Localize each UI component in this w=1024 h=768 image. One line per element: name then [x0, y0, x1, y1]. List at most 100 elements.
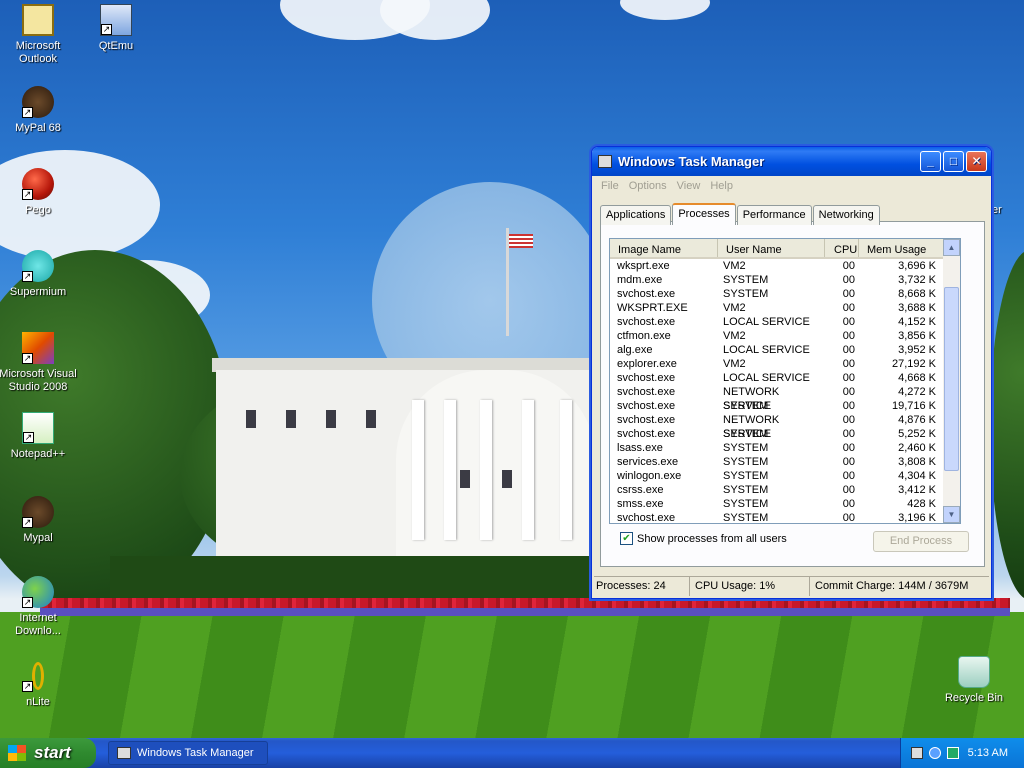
- process-row[interactable]: smss.exe SYSTEM 00 428 K: [610, 497, 960, 511]
- desktop-icon-label: QtEmu: [98, 40, 134, 52]
- window: [460, 470, 470, 488]
- process-cpu: 00: [842, 302, 855, 314]
- process-image-name: svchost.exe: [617, 400, 676, 412]
- process-image-name: wksprt.exe: [617, 260, 670, 272]
- process-row[interactable]: mdm.exe SYSTEM 00 3,732 K: [610, 273, 960, 287]
- maximize-button[interactable]: □: [943, 151, 964, 172]
- taskbar-task-task-manager[interactable]: Windows Task Manager: [108, 741, 268, 765]
- process-list[interactable]: Image Name User Name CPU Mem Usage wkspr…: [609, 238, 961, 524]
- process-cpu: 00: [842, 288, 855, 300]
- process-row[interactable]: svchost.exe SYSTEM 00 19,716 K: [610, 399, 960, 413]
- scroll-thumb[interactable]: [944, 287, 959, 471]
- show-all-users-checkbox[interactable]: ✔ Show processes from all users: [620, 532, 787, 545]
- end-process-button[interactable]: End Process: [873, 531, 969, 552]
- menu-view[interactable]: View: [672, 180, 706, 192]
- shortcut-arrow-icon: ↗: [22, 597, 33, 608]
- process-row[interactable]: svchost.exe SYSTEM 00 3,196 K: [610, 511, 960, 524]
- windows-logo-icon: [8, 745, 26, 761]
- desktop-icon-label: Notepad++: [10, 448, 66, 460]
- scroll-up-icon[interactable]: ▲: [943, 239, 960, 256]
- visual-studio-icon: ↗: [22, 332, 54, 364]
- desktop-icon-label: Internet Downlo...: [15, 612, 61, 637]
- close-button[interactable]: ✕: [966, 151, 987, 172]
- column: [522, 400, 534, 540]
- menu-file[interactable]: File: [596, 180, 624, 192]
- process-row[interactable]: svchost.exe NETWORK SERVICE 00 4,272 K: [610, 385, 960, 412]
- keyboard-icon[interactable]: [911, 747, 923, 759]
- process-mem-usage: 3,688 K: [898, 302, 936, 314]
- window: [502, 470, 512, 488]
- process-row[interactable]: csrss.exe SYSTEM 00 3,412 K: [610, 483, 960, 497]
- vertical-scrollbar[interactable]: ▲ ▼: [943, 239, 960, 523]
- process-cpu: 00: [842, 386, 855, 398]
- menu-options[interactable]: Options: [624, 180, 672, 192]
- column: [412, 400, 424, 540]
- process-list-header: Image Name User Name CPU Mem Usage: [610, 239, 960, 259]
- start-button[interactable]: start: [0, 738, 96, 768]
- desktop-icon-outlook[interactable]: Microsoft Outlook: [0, 4, 78, 66]
- desktop-icon-nlite[interactable]: ↗ nLite: [0, 660, 78, 709]
- tab-applications[interactable]: Applications: [600, 205, 672, 225]
- process-image-name: ctfmon.exe: [617, 330, 671, 342]
- process-row[interactable]: wksprt.exe VM2 00 3,696 K: [610, 259, 960, 273]
- checkbox-check-icon[interactable]: ✔: [620, 532, 633, 545]
- process-row[interactable]: explorer.exe VM2 00 27,192 K: [610, 357, 960, 371]
- shortcut-arrow-icon: ↗: [22, 353, 33, 364]
- process-cpu: 00: [842, 400, 855, 412]
- process-row[interactable]: svchost.exe SYSTEM 00 5,252 K: [610, 427, 960, 441]
- process-mem-usage: 27,192 K: [891, 358, 936, 370]
- column-user-name[interactable]: User Name: [718, 239, 825, 257]
- network-icon[interactable]: [947, 747, 959, 759]
- shortcut-arrow-icon: ↗: [23, 432, 34, 443]
- scroll-down-icon[interactable]: ▼: [943, 506, 960, 523]
- menu-help[interactable]: Help: [705, 180, 738, 192]
- desktop-icon-mypal[interactable]: ↗ Mypal: [0, 496, 78, 545]
- minimize-button[interactable]: _: [920, 151, 941, 172]
- desktop-icon-supermium[interactable]: ↗ Supermium: [0, 250, 78, 299]
- desktop-icon-mypal68[interactable]: ↗ MyPal 68: [0, 86, 78, 135]
- process-row[interactable]: ctfmon.exe VM2 00 3,856 K: [610, 329, 960, 343]
- desktop-icon-pego[interactable]: ↗ Pego: [0, 168, 78, 217]
- process-row[interactable]: svchost.exe SYSTEM 00 8,668 K: [610, 287, 960, 301]
- process-mem-usage: 2,460 K: [898, 442, 936, 454]
- tab-performance[interactable]: Performance: [736, 205, 812, 225]
- process-row[interactable]: winlogon.exe SYSTEM 00 4,304 K: [610, 469, 960, 483]
- process-image-name: svchost.exe: [617, 414, 676, 426]
- status-processes: Processes: 24: [594, 577, 690, 596]
- column-mem-usage[interactable]: Mem Usage: [859, 239, 945, 257]
- desktop-icon-notepadpp[interactable]: ↗ Notepad++: [0, 412, 78, 461]
- process-row[interactable]: svchost.exe LOCAL SERVICE 00 4,152 K: [610, 315, 960, 329]
- process-user-name: NETWORK SERVICE: [723, 386, 780, 412]
- desktop-icon-internet-download[interactable]: ↗ Internet Downlo...: [0, 576, 78, 638]
- task-manager-window: Windows Task Manager _ □ ✕ File Options …: [591, 146, 992, 599]
- process-user-name: VM2: [723, 260, 746, 272]
- column: [480, 400, 492, 540]
- process-row[interactable]: alg.exe LOCAL SERVICE 00 3,952 K: [610, 343, 960, 357]
- process-row[interactable]: svchost.exe NETWORK SERVICE 00 4,876 K: [610, 413, 960, 440]
- column-image-name[interactable]: Image Name: [610, 239, 718, 257]
- status-commit-charge: Commit Charge: 144M / 3679M: [815, 580, 969, 592]
- internet-download-icon: ↗: [22, 576, 54, 608]
- process-user-name: SYSTEM: [723, 442, 769, 454]
- process-user-name: LOCAL SERVICE: [723, 316, 810, 328]
- tab-processes[interactable]: Processes: [672, 203, 736, 225]
- desktop-icon-recycle-bin[interactable]: Recycle Bin: [934, 656, 1014, 705]
- clock[interactable]: 5:13 AM: [968, 747, 1008, 759]
- process-cpu: 00: [842, 512, 855, 524]
- desktop-icon-visual-studio[interactable]: ↗ Microsoft Visual Studio 2008: [0, 332, 78, 394]
- column-cpu[interactable]: CPU: [825, 239, 859, 257]
- title-bar[interactable]: Windows Task Manager _ □ ✕: [592, 147, 991, 176]
- tray-expand-icon[interactable]: [929, 747, 941, 759]
- desktop-icon-label: Recycle Bin: [944, 692, 1004, 704]
- tab-networking[interactable]: Networking: [812, 205, 880, 225]
- process-row[interactable]: lsass.exe SYSTEM 00 2,460 K: [610, 441, 960, 455]
- process-row[interactable]: services.exe SYSTEM 00 3,808 K: [610, 455, 960, 469]
- desktop-icon-label: Pego: [25, 204, 51, 216]
- window-title: Windows Task Manager: [618, 154, 765, 169]
- process-row[interactable]: WKSPRT.EXE VM2 00 3,688 K: [610, 301, 960, 315]
- process-user-name: SYSTEM: [723, 400, 769, 412]
- process-row[interactable]: svchost.exe LOCAL SERVICE 00 4,668 K: [610, 371, 960, 385]
- qtemu-icon: ↗: [100, 4, 132, 36]
- process-user-name: SYSTEM: [723, 470, 769, 482]
- desktop-icon-qtemu[interactable]: ↗ QtEmu: [76, 4, 156, 53]
